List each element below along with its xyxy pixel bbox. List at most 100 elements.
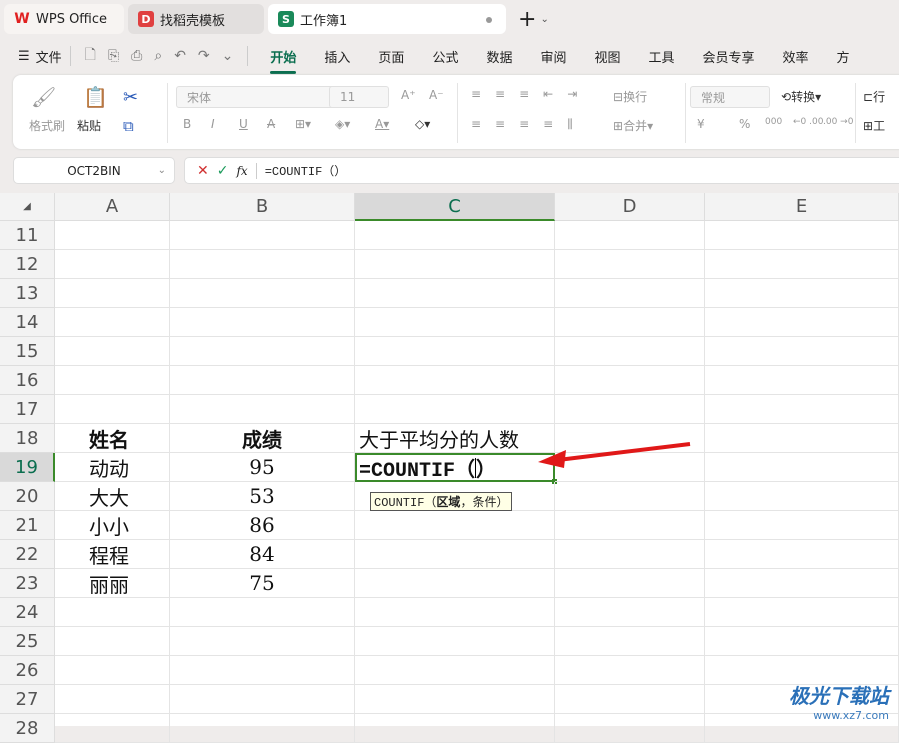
chevron-down-icon[interactable]: ⌄ (540, 14, 548, 25)
cell-A24[interactable] (55, 598, 170, 627)
align-buttons-top[interactable]: ≡≡≡⇤⇥ (471, 87, 591, 101)
tab-member[interactable]: 会员专享 (703, 43, 755, 70)
cell-E18[interactable] (705, 424, 899, 453)
underline-button[interactable]: U (239, 117, 248, 131)
cancel-icon[interactable]: ✕ (197, 163, 209, 179)
paste-icon[interactable]: 📋 (83, 85, 108, 109)
save-icon[interactable]: 🗋 (85, 44, 96, 68)
row-header-20[interactable]: 20 (0, 482, 55, 511)
align-buttons-bottom[interactable]: ≡≡≡≡⫼ (471, 117, 587, 132)
font-color-icon[interactable]: A▾ (375, 117, 389, 131)
decrease-font-icon[interactable]: A⁻ (429, 88, 444, 102)
new-tab-button[interactable]: + (518, 7, 536, 32)
row-header-14[interactable]: 14 (0, 308, 55, 337)
tab-data[interactable]: 数据 (486, 43, 512, 70)
chevron-down-icon[interactable]: ⌄ (158, 165, 166, 176)
cell-A25[interactable] (55, 627, 170, 656)
cell-A26[interactable] (55, 656, 170, 685)
cell-B28[interactable] (170, 714, 355, 743)
cell-E14[interactable] (705, 308, 899, 337)
cell-B12[interactable] (170, 250, 355, 279)
cell-C23[interactable] (355, 569, 555, 598)
cell-D11[interactable] (555, 221, 705, 250)
column-header-B[interactable]: B (170, 193, 355, 221)
cell-B18[interactable]: 成绩 (170, 424, 355, 453)
row-col-button[interactable]: ⊏ 行 (863, 88, 885, 105)
formula-input[interactable]: =COUNTIF（） (265, 162, 347, 179)
worksheet-button[interactable]: ⊞ 工 (863, 117, 885, 134)
cell-B17[interactable] (170, 395, 355, 424)
merge-button[interactable]: ⊞ 合并 ▾ (613, 117, 653, 134)
cell-A12[interactable] (55, 250, 170, 279)
tab-insert[interactable]: 插入 (324, 43, 350, 70)
row-header-16[interactable]: 16 (0, 366, 55, 395)
cell-D24[interactable] (555, 598, 705, 627)
thousands-button[interactable]: 000 (765, 117, 782, 127)
border-icon[interactable]: ⊞▾ (295, 117, 311, 131)
cell-E21[interactable] (705, 511, 899, 540)
preview-icon[interactable]: ⌕ (154, 48, 162, 64)
cell-C12[interactable] (355, 250, 555, 279)
tab-formulas[interactable]: 公式 (432, 43, 458, 70)
italic-button[interactable]: I (211, 117, 215, 131)
cell-C25[interactable] (355, 627, 555, 656)
cell-A21[interactable]: 小小 (55, 511, 170, 540)
cell-C14[interactable] (355, 308, 555, 337)
cell-A17[interactable] (55, 395, 170, 424)
cell-B27[interactable] (170, 685, 355, 714)
cell-D27[interactable] (555, 685, 705, 714)
cell-A16[interactable] (55, 366, 170, 395)
convert-button[interactable]: ⟲ 转换 ▾ (781, 88, 821, 105)
menu-file[interactable]: 文件 (36, 47, 62, 66)
tab-more[interactable]: 方 (837, 43, 850, 70)
increase-font-icon[interactable]: A⁺ (401, 88, 416, 102)
row-header-27[interactable]: 27 (0, 685, 55, 714)
row-header-22[interactable]: 22 (0, 540, 55, 569)
name-box[interactable]: OCT2BIN ⌄ (13, 157, 175, 184)
select-all-button[interactable]: ◢ (0, 193, 55, 221)
cell-D17[interactable] (555, 395, 705, 424)
tab-efficiency[interactable]: 效率 (783, 43, 809, 70)
column-header-C[interactable]: C (355, 193, 555, 221)
row-header-17[interactable]: 17 (0, 395, 55, 424)
cell-A22[interactable]: 程程 (55, 540, 170, 569)
cell-E23[interactable] (705, 569, 899, 598)
row-header-19[interactable]: 19 (0, 453, 55, 482)
cell-E24[interactable] (705, 598, 899, 627)
cell-A14[interactable] (55, 308, 170, 337)
cell-B16[interactable] (170, 366, 355, 395)
font-size-select[interactable]: 11 (329, 86, 389, 108)
cell-D21[interactable] (555, 511, 705, 540)
percent-button[interactable]: % (739, 117, 750, 131)
cell-B21[interactable]: 86 (170, 511, 355, 540)
tab-home[interactable]: 开始 (270, 43, 297, 74)
cell-B26[interactable] (170, 656, 355, 685)
cell-C15[interactable] (355, 337, 555, 366)
cell-A28[interactable] (55, 714, 170, 743)
more-icon[interactable]: ⌄ (222, 48, 234, 64)
currency-button[interactable]: ¥ (697, 117, 705, 131)
cell-A23[interactable]: 丽丽 (55, 569, 170, 598)
export-icon[interactable]: ⎘ (108, 48, 119, 64)
tab-view[interactable]: 视图 (594, 43, 620, 70)
cell-E12[interactable] (705, 250, 899, 279)
cell-C11[interactable] (355, 221, 555, 250)
copy-icon[interactable]: ⧉ (123, 117, 134, 135)
fill-color-icon[interactable]: ◈▾ (335, 117, 350, 131)
cell-B13[interactable] (170, 279, 355, 308)
row-header-21[interactable]: 21 (0, 511, 55, 540)
row-header-26[interactable]: 26 (0, 656, 55, 685)
row-header-12[interactable]: 12 (0, 250, 55, 279)
cell-C21[interactable] (355, 511, 555, 540)
tab-wps-office[interactable]: W WPS Office (4, 4, 124, 34)
wrap-text-button[interactable]: ⊟ 换行 (613, 88, 647, 105)
cell-C28[interactable] (355, 714, 555, 743)
cell-E25[interactable] (705, 627, 899, 656)
hamburger-icon[interactable]: ☰ (18, 49, 30, 64)
function-icon[interactable]: fx (236, 164, 247, 178)
increase-decimal-button[interactable]: ←0 .00 (793, 117, 823, 127)
bold-button[interactable]: B (183, 117, 191, 131)
cell-E13[interactable] (705, 279, 899, 308)
cell-C18[interactable]: 大于平均分的人数 (355, 424, 555, 453)
cut-icon[interactable]: ✂ (123, 87, 138, 108)
